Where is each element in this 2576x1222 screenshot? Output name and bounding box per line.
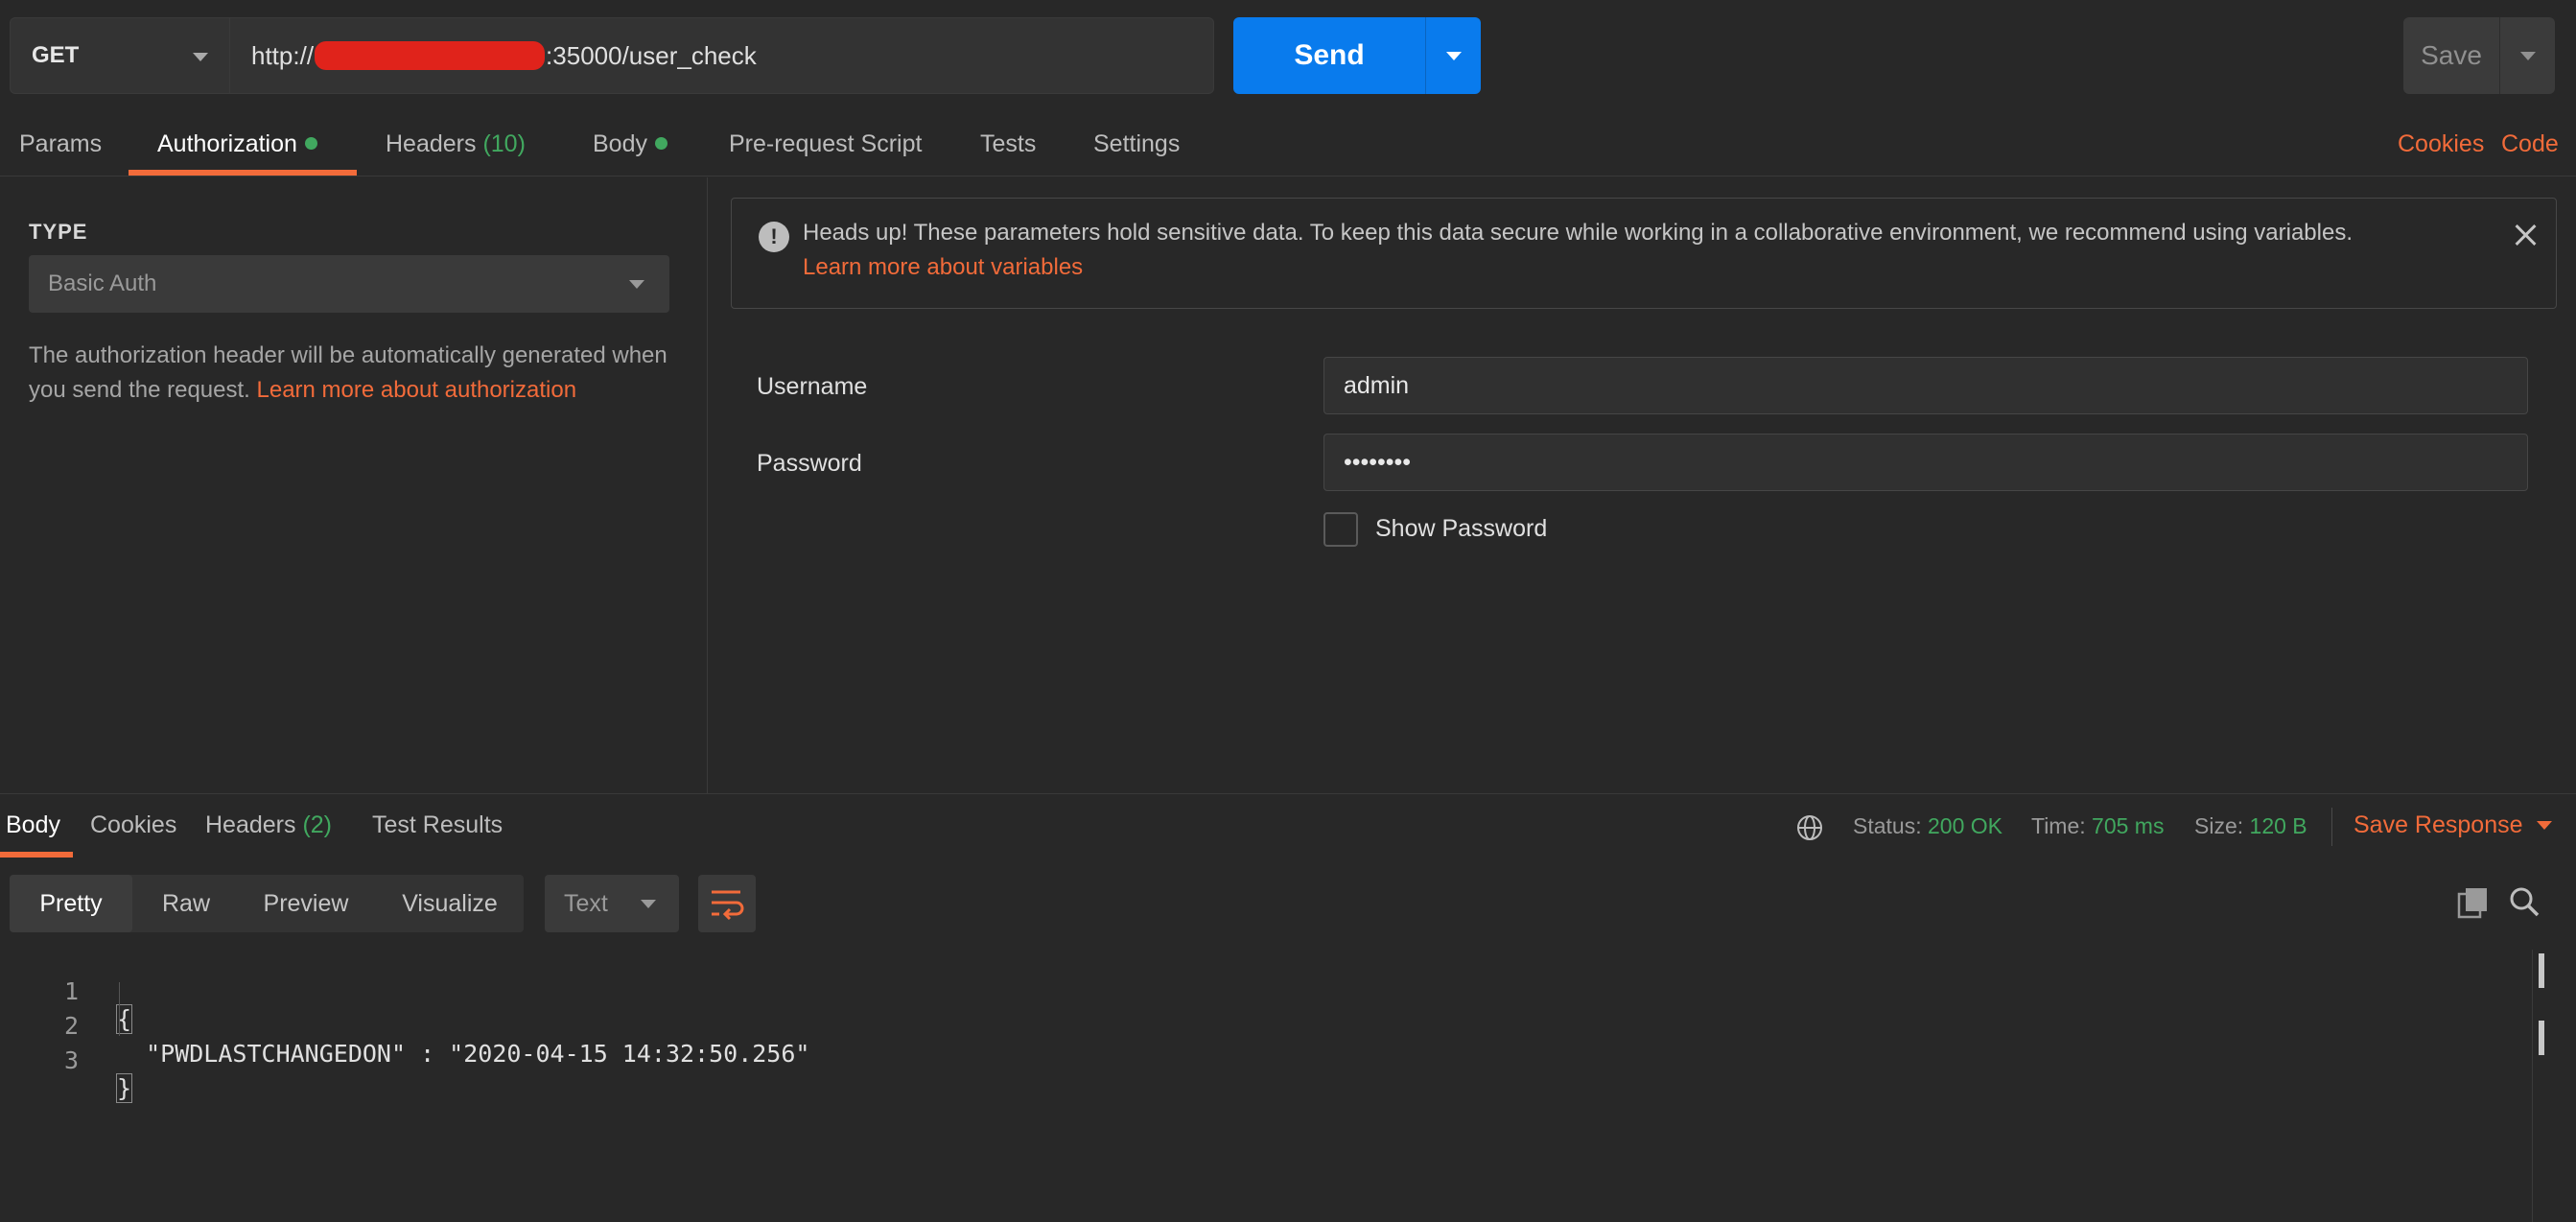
- redaction-mark: [315, 41, 546, 70]
- response-tabs: Body Cookies Headers (2) Test Results St…: [0, 793, 2576, 858]
- headers-count: (10): [482, 130, 526, 157]
- copy-icon[interactable]: [2457, 886, 2490, 919]
- scrollbar[interactable]: [2532, 950, 2540, 1222]
- code-line: 1 {: [0, 950, 133, 1034]
- password-input[interactable]: ••••••••: [1323, 434, 2528, 491]
- format-value: Text: [564, 889, 608, 917]
- method-select[interactable]: GET: [10, 17, 230, 94]
- code-line: 2 "PWDLASTCHANGEDON" : "2020-04-15 14:32…: [0, 984, 810, 1068]
- password-label: Password: [757, 450, 862, 477]
- globe-icon[interactable]: [1795, 813, 1824, 842]
- password-value: ••••••••: [1344, 448, 1412, 476]
- size-readout: Size: 120 B: [2194, 813, 2307, 839]
- tab-tests[interactable]: Tests: [980, 130, 1036, 158]
- format-select[interactable]: Text: [545, 875, 679, 932]
- line-content: }: [115, 1073, 133, 1103]
- username-label: Username: [757, 373, 868, 400]
- auth-type-value: Basic Auth: [48, 270, 157, 296]
- response-tab-test-results[interactable]: Test Results: [372, 811, 503, 839]
- chevron-down-icon: [2520, 52, 2536, 60]
- auth-type-select[interactable]: Basic Auth: [29, 255, 669, 313]
- line-number: 3: [63, 1046, 79, 1074]
- url-input[interactable]: http:// :35000/user_check: [230, 17, 1214, 94]
- status-readout: Status: 200 OK: [1853, 813, 2002, 839]
- tab-params[interactable]: Params: [19, 130, 102, 158]
- line-content: "PWDLASTCHANGEDON" : "2020-04-15 14:32:5…: [117, 1040, 810, 1068]
- wrap-lines-icon: [712, 890, 744, 921]
- chevron-down-icon: [1446, 52, 1462, 60]
- response-view-tabs: Pretty Raw Preview Visualize: [10, 875, 524, 932]
- indent-guide: [119, 982, 120, 1036]
- cookies-link[interactable]: Cookies: [2398, 130, 2484, 158]
- status-value: 200 OK: [1928, 813, 2002, 838]
- username-input[interactable]: admin: [1323, 357, 2528, 414]
- request-bar: GET http:// :35000/user_check Send Save: [0, 0, 2576, 113]
- scrollbar-marker: [2539, 1021, 2544, 1055]
- url-prefix: http://: [251, 40, 315, 70]
- save-options-button[interactable]: [2499, 17, 2555, 94]
- show-password-label[interactable]: Show Password: [1375, 515, 1547, 543]
- chevron-down-icon: [629, 280, 644, 289]
- request-tabs: Params Authorization Headers (10) Body P…: [0, 113, 2576, 176]
- size-value: 120 B: [2249, 813, 2307, 838]
- active-dot-icon: [654, 137, 667, 150]
- active-tab-indicator: [0, 852, 73, 858]
- tab-settings[interactable]: Settings: [1093, 130, 1180, 158]
- tab-authorization-label: Authorization: [157, 130, 297, 157]
- learn-more-authorization-link[interactable]: Learn more about authorization: [257, 377, 577, 403]
- response-tab-headers[interactable]: Headers (2): [205, 811, 332, 839]
- sensitive-data-alert: ! Heads up! These parameters hold sensit…: [731, 198, 2557, 309]
- response-headers-count: (2): [302, 811, 333, 838]
- status-label: Status:: [1853, 813, 1922, 838]
- chevron-down-icon: [641, 900, 656, 908]
- close-icon[interactable]: [2512, 222, 2539, 248]
- response-tab-cookies[interactable]: Cookies: [90, 811, 176, 839]
- send-button[interactable]: Send: [1233, 17, 1425, 94]
- username-value: admin: [1344, 371, 1410, 399]
- active-dot-icon: [304, 137, 317, 150]
- save-button[interactable]: Save: [2403, 17, 2499, 94]
- view-tab-raw[interactable]: Raw: [138, 875, 234, 932]
- view-tab-preview[interactable]: Preview: [242, 875, 370, 932]
- save-response-label: Save Response: [2354, 811, 2523, 838]
- divider: [2331, 808, 2332, 846]
- tab-body[interactable]: Body: [593, 130, 667, 158]
- code-link[interactable]: Code: [2501, 130, 2559, 158]
- chevron-down-icon: [2536, 821, 2552, 830]
- code-line: 3 }: [0, 1019, 133, 1103]
- info-icon: !: [759, 222, 789, 252]
- size-label: Size:: [2194, 813, 2244, 838]
- view-tab-visualize[interactable]: Visualize: [378, 875, 522, 932]
- tab-authorization[interactable]: Authorization: [157, 130, 317, 158]
- view-tab-pretty[interactable]: Pretty: [10, 875, 132, 932]
- auth-description: The authorization header will be automat…: [29, 339, 681, 408]
- tab-body-label: Body: [593, 130, 647, 157]
- show-password-checkbox[interactable]: [1323, 512, 1358, 547]
- tab-headers[interactable]: Headers (10): [386, 130, 526, 158]
- method-label: GET: [32, 42, 80, 68]
- type-label: TYPE: [29, 220, 88, 244]
- tab-pre-request-script[interactable]: Pre-request Script: [729, 130, 922, 158]
- save-response-button[interactable]: Save Response: [2354, 811, 2552, 839]
- time-label: Time:: [2031, 813, 2086, 838]
- chevron-down-icon: [193, 53, 208, 61]
- active-tab-indicator: [129, 170, 357, 176]
- response-tab-headers-label: Headers: [205, 811, 296, 838]
- auth-type-panel: TYPE Basic Auth The authorization header…: [0, 177, 708, 793]
- tab-headers-label: Headers: [386, 130, 477, 157]
- time-readout: Time: 705 ms: [2031, 813, 2164, 839]
- search-icon[interactable]: [2507, 884, 2541, 919]
- scrollbar-marker: [2539, 953, 2544, 988]
- url-suffix: :35000/user_check: [546, 40, 757, 70]
- learn-more-variables-link[interactable]: Learn more about variables: [803, 254, 1083, 281]
- wrap-lines-button[interactable]: [698, 875, 756, 932]
- alert-message: Heads up! These parameters hold sensitiv…: [803, 220, 2353, 246]
- time-value: 705 ms: [2092, 813, 2165, 838]
- send-options-button[interactable]: [1425, 17, 1481, 94]
- response-tab-body[interactable]: Body: [6, 811, 60, 839]
